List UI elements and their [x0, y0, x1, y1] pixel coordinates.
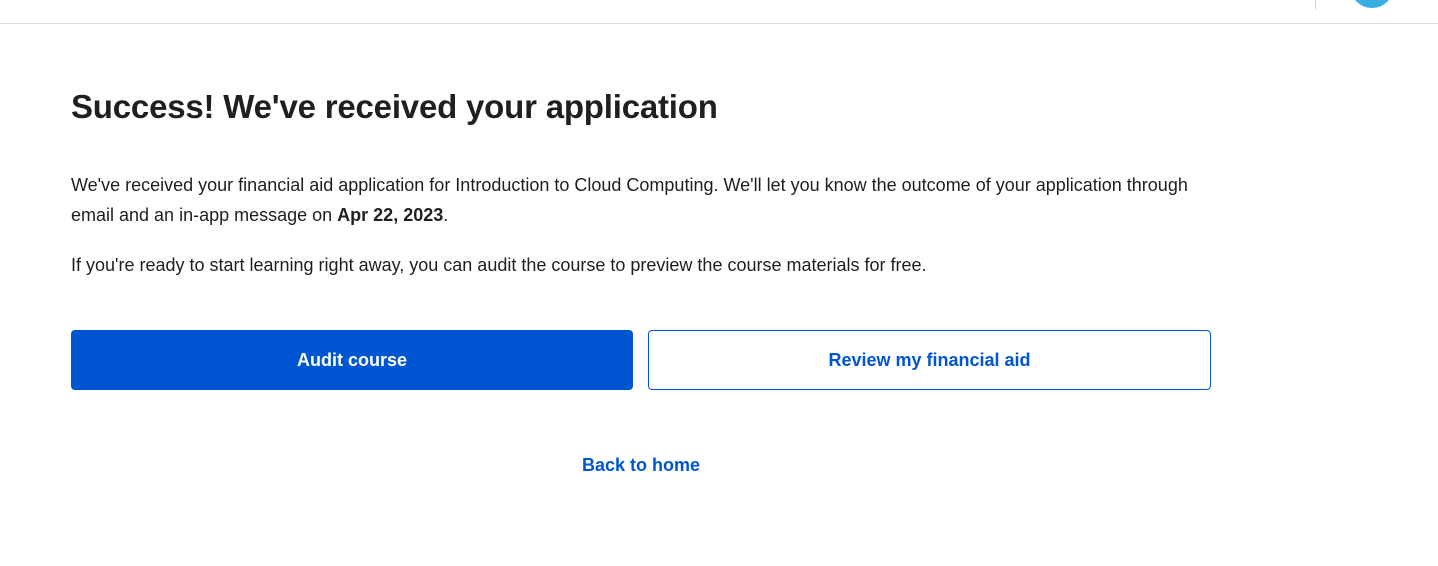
message-text: We've received your financial aid applic… — [71, 175, 1188, 225]
audit-course-button[interactable]: Audit course — [71, 330, 633, 390]
top-navigation-bar — [0, 0, 1438, 24]
back-to-home-link[interactable]: Back to home — [71, 452, 1211, 478]
page-title: Success! We've received your application — [71, 88, 718, 125]
message-end: . — [443, 205, 449, 225]
user-avatar[interactable] — [1350, 0, 1394, 8]
application-received-message: We've received your financial aid applic… — [71, 170, 1211, 230]
header-divider — [1315, 0, 1316, 9]
review-financial-aid-button[interactable]: Review my financial aid — [648, 330, 1211, 390]
outcome-date: Apr 22, 2023 — [337, 205, 444, 225]
audit-info-message: If you're ready to start learning right … — [71, 255, 927, 275]
